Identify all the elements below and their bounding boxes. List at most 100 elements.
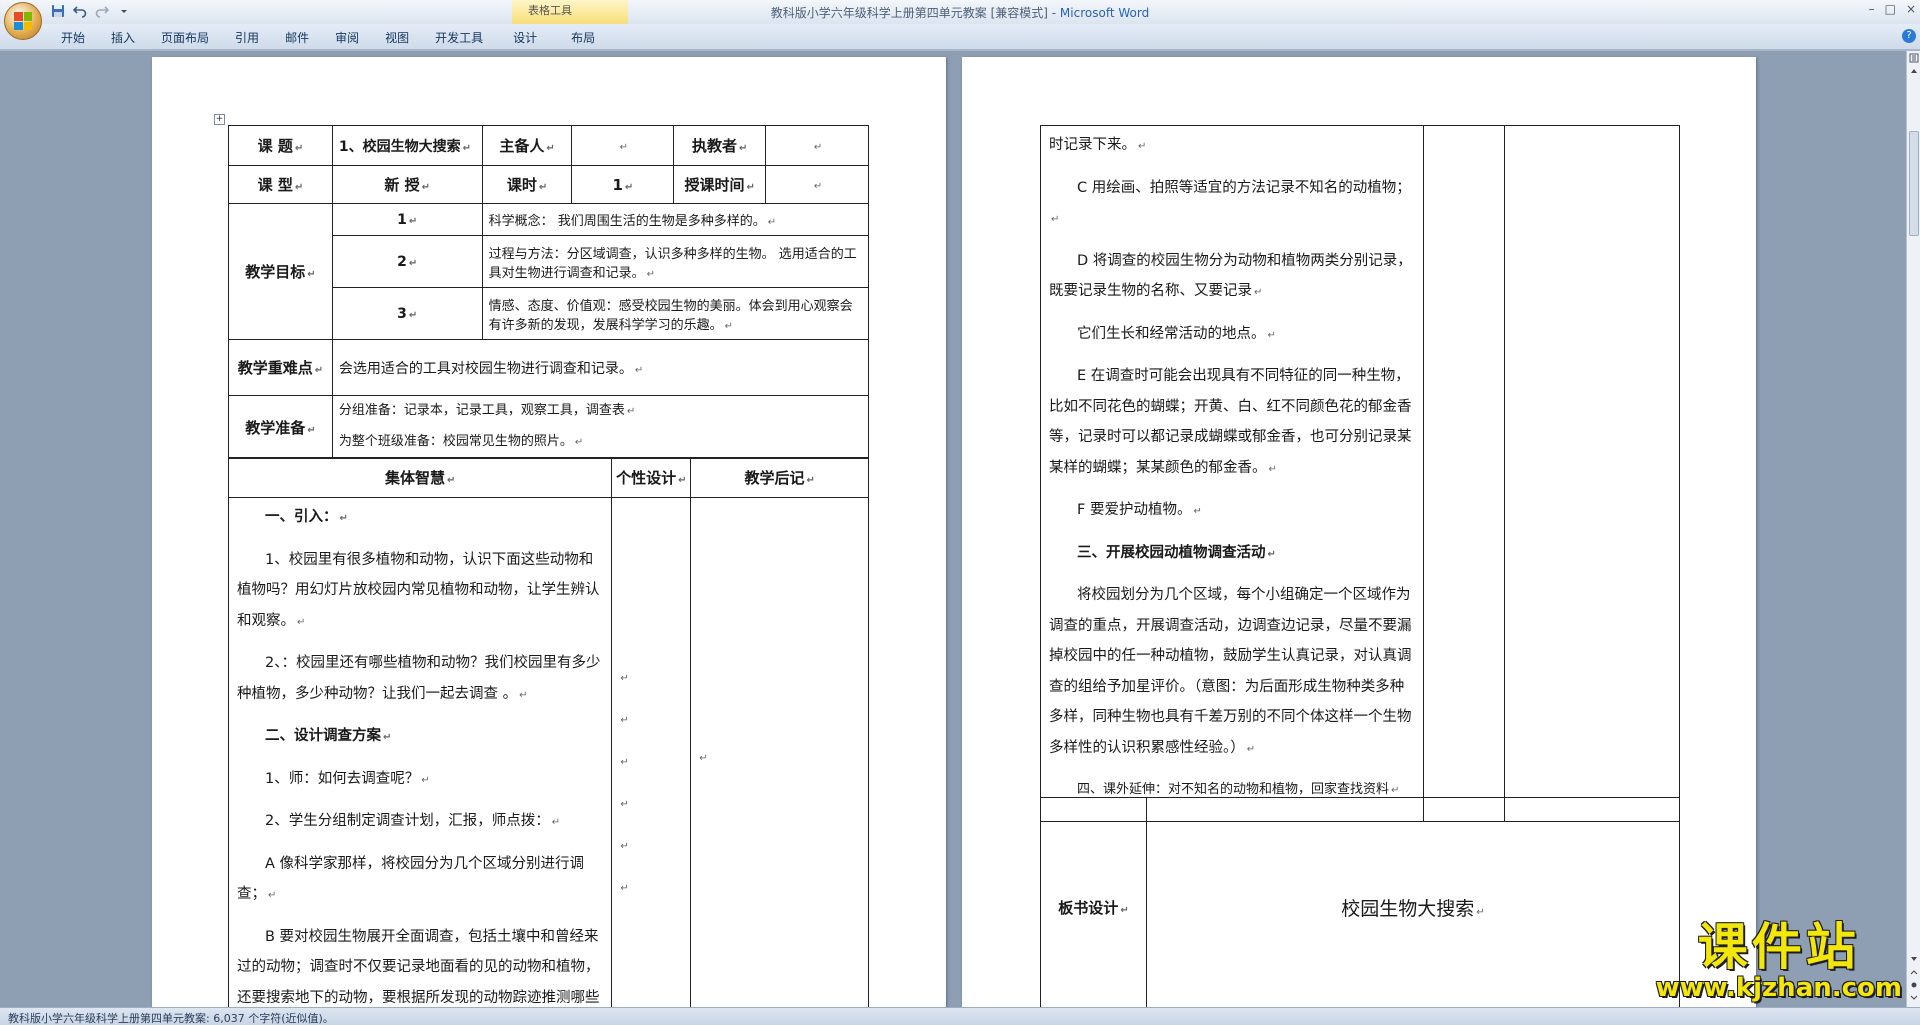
quick-access-toolbar xyxy=(50,3,132,19)
tab-table-layout[interactable]: 布局 xyxy=(554,29,612,46)
site-watermark-logo: 课件站 www.kjzhan.com xyxy=(1656,907,1902,1003)
tab-developer[interactable]: 开发工具 xyxy=(422,29,496,46)
document-title: 教科版小学六年级科学上册第四单元教案 [兼容模式] - xyxy=(770,6,1060,20)
customize-dropdown-icon[interactable] xyxy=(116,3,132,19)
tab-references[interactable]: 引用 xyxy=(222,29,272,46)
personal-header: 个性设计 ↵ xyxy=(611,457,692,498)
help-icon[interactable]: ? xyxy=(1902,29,1916,43)
procedure-text: 一、引入： ↵ 1、校园里有很多植物和动物，认识下面这些动物和植物吗？用幻灯片放校园… xyxy=(229,498,611,1007)
class-time-label: 授课时间 ↵ xyxy=(673,165,767,204)
keypoint-value[interactable]: 会选用适合的工具对校园生物进行调查和记录。 ↵ xyxy=(331,339,870,396)
procedure-paragraph: C 用绘画、拍照等适宜的方法记录不知名的动植物；↵ xyxy=(1051,179,1411,226)
scrollbar-thumb[interactable] xyxy=(1909,131,1919,236)
para-mark: ↵ xyxy=(620,673,629,684)
lesson-body-table-right: 时记录下来。 ↵ C 用绘画、拍照等适宜的方法记录不知名的动植物；↵ D 将调查的校园… xyxy=(1039,125,1680,822)
collective-header: 集体智慧 ↵ xyxy=(227,457,613,498)
status-bar: 教科版小学六年级科学上册第四单元教案: 6,037 个字符(近似值)。 xyxy=(0,1007,1920,1025)
procedure-paragraph: 2、学生分组制定调查计划，汇报，师点拨： ↵ xyxy=(265,813,561,829)
goal-text[interactable]: 过程与方法：分区域调查，认识多种多样的生物。 选用适合的工具对生物进行调查和记录… xyxy=(481,235,870,288)
procedure-paragraph: A 像科学家那样，将校园分为几个区域分别进行调查； ↵ xyxy=(237,855,585,903)
teacher-value[interactable]: ↵ xyxy=(765,125,869,166)
collective-content[interactable]: 一、引入： ↵ 1、校园里有很多植物和动物，认识下面这些动物和植物吗？用幻灯片放校园… xyxy=(227,497,613,1007)
procedure-paragraph: 1、校园里有很多植物和动物，认识下面这些动物和植物吗？用幻灯片放校园内常见植物和… xyxy=(237,551,600,629)
procedure-paragraph: E 在调查时可能会出现具有不同特征的同一种生物，比如不同花色的蝴蝶；开黄、白、红… xyxy=(1049,368,1412,476)
office-button[interactable] xyxy=(4,2,42,40)
office-logo-icon xyxy=(14,12,32,30)
page-left: + 课 题 ↵ 1、校园生物大搜索 ↵ 主备人 ↵ ↵ 执教者 ↵ ↵ 课 型 ↵ 新 授… xyxy=(152,57,946,1007)
procedure-paragraph: 时记录下来。 ↵ xyxy=(1049,137,1147,153)
maximize-button[interactable]: □ xyxy=(1885,2,1896,16)
notes-content[interactable]: ↵ xyxy=(690,497,869,1007)
para-mark: ↵ xyxy=(620,757,629,768)
watermark-url: www.kjzhan.com xyxy=(1655,973,1902,1003)
class-time-value[interactable]: ↵ xyxy=(765,165,869,204)
type-label: 课 型 ↵ xyxy=(228,165,333,204)
procedure-paragraph: 2、：校园里还有哪些植物和动物？我们校园里有多少种植物，多少种动物？让我们一起去… xyxy=(237,655,601,702)
tab-table-design[interactable]: 设计 xyxy=(496,29,554,46)
vertical-scrollbar[interactable] xyxy=(1906,51,1920,1007)
undo-icon[interactable] xyxy=(72,3,88,19)
procedure-paragraph: 它们生长和经常活动的地点。 ↵ xyxy=(1077,325,1276,342)
tab-view[interactable]: 视图 xyxy=(372,29,422,46)
redo-icon[interactable] xyxy=(94,3,110,19)
board-label: 板书设计 ↵ xyxy=(1040,797,1147,1007)
ribbon-tabs: 开始 插入 页面布局 引用 邮件 审阅 视图 开发工具 设计 布局 xyxy=(48,29,612,46)
prep-class: 为整个班级准备：校园常见生物的照片。 ↵ xyxy=(338,434,584,449)
window-title: 教科版小学六年级科学上册第四单元教案 [兼容模式] - Microsoft Wo… xyxy=(0,4,1920,21)
ribbon: 开始 插入 页面布局 引用 邮件 审阅 视图 开发工具 设计 布局 ? xyxy=(0,24,1920,50)
table-move-handle-icon[interactable]: + xyxy=(214,114,225,125)
notes-content[interactable] xyxy=(1504,125,1680,822)
goal-text[interactable]: 科学概念： 我们周围生活的生物是多种多样的。 ↵ xyxy=(481,203,870,236)
procedure-paragraph: 将校园划分为几个区域，每个小组确定一个区域作为调查的重点，开展调查活动，边调查边… xyxy=(1049,587,1412,756)
tab-insert[interactable]: 插入 xyxy=(98,29,148,46)
type-value[interactable]: 新 授 ↵ xyxy=(331,165,483,204)
preparer-value[interactable]: ↵ xyxy=(571,125,675,166)
topic-label: 课 题 ↵ xyxy=(228,125,333,166)
procedure-paragraph: 二、设计调查方案 ↵ xyxy=(265,728,392,744)
para-mark: ↵ xyxy=(620,883,629,894)
procedure-paragraph: 三、开展校园动植物调查活动 ↵ xyxy=(1077,544,1276,561)
prep-group: 分组准备：记录本，记录工具，观察工具，调查表 ↵ xyxy=(338,403,636,418)
para-mark: ↵ xyxy=(620,799,629,810)
notes-header: 教学后记 ↵ xyxy=(690,457,869,498)
hours-value[interactable]: 1 ↵ xyxy=(571,165,675,204)
collective-content[interactable]: 时记录下来。 ↵ C 用绘画、拍照等适宜的方法记录不知名的动植物；↵ D 将调查的校园… xyxy=(1039,125,1425,822)
close-button[interactable]: × xyxy=(1906,2,1916,16)
scroll-up-icon[interactable] xyxy=(1908,67,1920,79)
keypoint-label: 教学重难点 ↵ xyxy=(228,339,333,396)
board-content[interactable]: 校园生物大搜索 ↵ xyxy=(1146,797,1680,1007)
tab-review[interactable]: 审阅 xyxy=(322,29,372,46)
browse-object-icon[interactable] xyxy=(1908,981,1920,993)
prep-label: 教学准备 ↵ xyxy=(228,395,333,459)
save-icon[interactable] xyxy=(50,3,66,19)
goal-number: 1 ↵ xyxy=(331,203,483,236)
next-page-icon[interactable] xyxy=(1908,993,1920,1005)
goals-label: 教学目标 ↵ xyxy=(228,203,333,340)
window-controls: – □ × xyxy=(1869,2,1916,16)
page-right: 时记录下来。 ↵ C 用绘画、拍照等适宜的方法记录不知名的动植物；↵ D 将调查的校园… xyxy=(962,57,1756,1007)
goal-number: 3 ↵ xyxy=(331,287,483,340)
tab-page-layout[interactable]: 页面布局 xyxy=(148,29,222,46)
minimize-button[interactable]: – xyxy=(1869,2,1875,16)
app-name: Microsoft Word xyxy=(1059,6,1150,20)
word-count-status[interactable]: 教科版小学六年级科学上册第四单元教案: 6,037 个字符(近似值)。 xyxy=(8,1012,334,1025)
personal-content[interactable] xyxy=(1423,125,1506,822)
procedure-paragraph: D 将调查的校园生物分为动物和植物两类分别记录，既要记录生物的名称、又要记录 ↵ xyxy=(1049,252,1412,300)
para-mark: ↵ xyxy=(699,753,708,764)
personal-content[interactable]: ↵ ↵ ↵ ↵ ↵ ↵ xyxy=(611,497,692,1007)
procedure-text: 时记录下来。 ↵ C 用绘画、拍照等适宜的方法记录不知名的动植物；↵ D 将调查的校园… xyxy=(1041,126,1423,821)
procedure-paragraph: 1、师：如何去调查呢？ ↵ xyxy=(265,770,430,787)
watermark-title: 课件站 xyxy=(1697,917,1860,976)
goal-text[interactable]: 情感、态度、价值观：感受校园生物的美丽。体会到用心观察会有许多新的发现，发展科学… xyxy=(481,287,870,340)
tab-home[interactable]: 开始 xyxy=(48,29,98,46)
ruler-toggle-icon[interactable] xyxy=(1908,53,1920,65)
procedure-paragraph: B 要对校园生物展开全面调查，包括土壤中和曾经来过的动物；调查时不仅要记录地面看… xyxy=(237,928,600,1006)
scroll-down-icon[interactable] xyxy=(1908,955,1920,967)
title-bar: 表格工具 教科版小学六年级科学上册第四单元教案 [兼容模式] - Microso… xyxy=(0,0,1920,24)
previous-page-icon[interactable] xyxy=(1908,969,1920,981)
tab-mailings[interactable]: 邮件 xyxy=(272,29,322,46)
para-mark: ↵ xyxy=(620,715,629,726)
topic-value[interactable]: 1、校园生物大搜索 ↵ xyxy=(331,125,483,166)
prep-value[interactable]: 分组准备：记录本，记录工具，观察工具，调查表 ↵ 为整个班级准备：校园常见生物的照… xyxy=(331,395,870,459)
goal-number: 2 ↵ xyxy=(331,235,483,288)
